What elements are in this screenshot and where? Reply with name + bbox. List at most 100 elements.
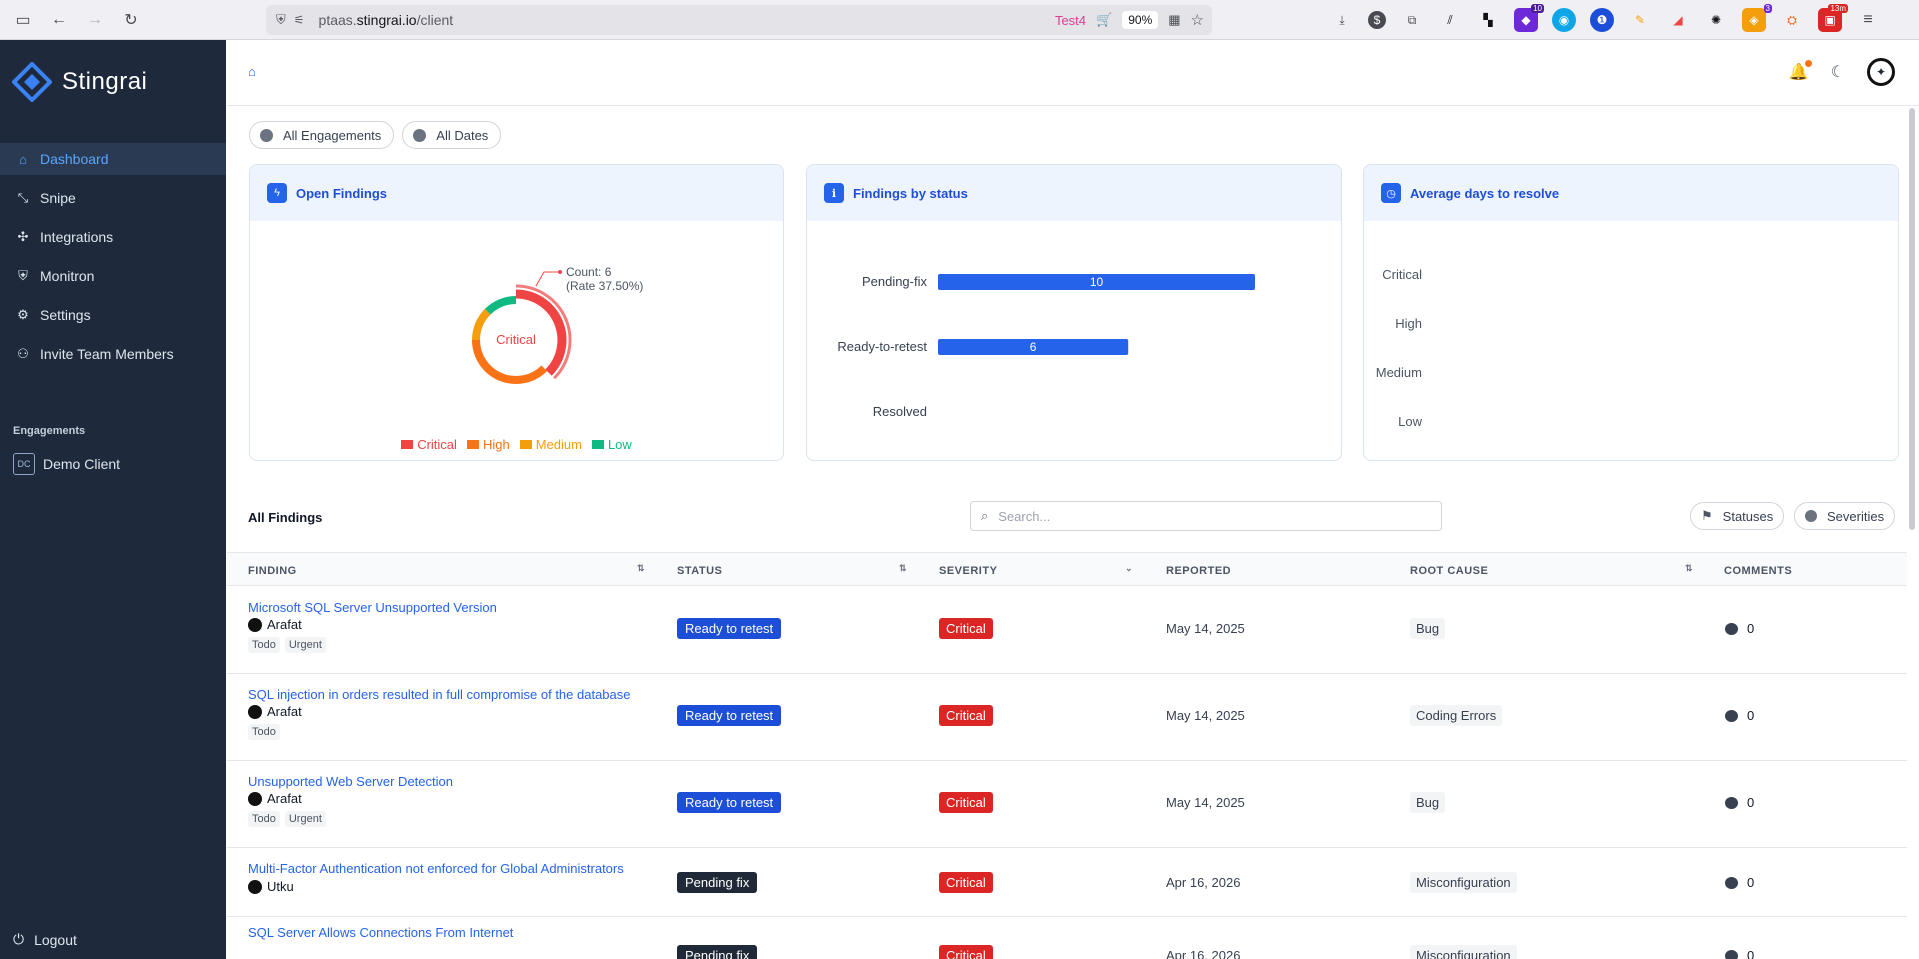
table-row[interactable]: Microsoft SQL Server Unsupported Version… [227,587,1907,674]
sidebar-item-snipe[interactable]: ⤡ Snipe [0,182,226,214]
all-dates-filter[interactable]: All Dates [402,121,502,149]
notification-bell-icon[interactable]: 🔔 [1789,60,1812,82]
forward-icon[interactable]: → [80,6,110,34]
statuses-filter-button[interactable]: ⚑ Statuses [1690,502,1785,530]
legend-item-low[interactable]: Low [591,437,632,452]
col-root-cause[interactable]: ROOT CAUSE [1410,565,1488,577]
library-icon[interactable]: ⫽ [1438,8,1462,32]
password-manager-icon[interactable]: ❶ [1590,8,1614,32]
sort-root-cause-icon[interactable]: ⇅ [1685,563,1693,574]
sidebar-toggle-icon[interactable]: ▭ [8,6,38,34]
donut-slice-medium[interactable] [472,308,491,341]
sidebar-item-integrations[interactable]: ✣ Integrations [0,221,226,253]
sidebar-item-label: Invite Team Members [40,346,174,362]
cookie-icon[interactable]: ✺ [1704,8,1728,32]
comments-count[interactable]: 0 [1725,708,1754,723]
users-icon: ⚇ [17,346,29,361]
home-icon: ⌂ [19,151,27,167]
col-comments[interactable]: COMMENTS [1724,565,1792,577]
snipe-icon: ⤡ [17,190,29,205]
root-cause-badge: Bug [1410,618,1446,639]
zoom-level[interactable]: 90% [1122,11,1159,29]
purple-extension-icon[interactable]: ◆ 10 [1514,4,1544,32]
all-engagements-filter[interactable]: All Engagements [249,121,395,149]
download-icon[interactable]: ⤓ [1330,8,1354,32]
avg-label-high: High [1395,316,1422,331]
finding-title-link[interactable]: SQL injection in orders resulted in full… [248,687,631,702]
comments-count[interactable]: 0 [1725,948,1754,959]
legend-item-critical[interactable]: Critical [401,437,457,452]
page-scrollbar[interactable] [1909,108,1915,530]
sidebar-item-settings[interactable]: ⚙ Settings [0,299,226,331]
finding-title-link[interactable]: Unsupported Web Server Detection [248,774,453,789]
dark-mode-moon-icon[interactable]: ☾ [1831,62,1845,82]
finding-title-link[interactable]: Multi-Factor Authentication not enforced… [248,861,624,876]
logo[interactable]: Stingrai [12,62,147,102]
menu-icon[interactable]: ≡ [1856,8,1880,32]
status-badge: Pending fix [677,945,758,959]
dashboard-filters: All Engagements All Dates [249,121,502,149]
legend-item-medium[interactable]: Medium [519,437,582,452]
finding-title-link[interactable]: SQL Server Allows Connections From Inter… [248,925,513,940]
puzzle-icon[interactable]: ⧉ [1400,8,1424,32]
reload-icon[interactable]: ↻ [116,6,146,34]
comments-count[interactable]: 0 [1725,875,1754,890]
apps-grid-icon[interactable]: ▚ [1476,8,1500,32]
site-settings-icon[interactable]: ⚟ [294,13,305,27]
comments-count[interactable]: 0 [1725,621,1754,636]
sidebar-item-label: Integrations [40,229,114,245]
eraser-extension-icon[interactable]: ◢ [1666,8,1690,32]
table-row[interactable]: SQL Server Allows Connections From Inter… [227,917,1907,959]
comments-count[interactable]: 0 [1725,795,1754,810]
severities-filter-button[interactable]: Severities [1794,502,1896,530]
sort-finding-icon[interactable]: ⇅ [637,563,645,574]
finding-title-link[interactable]: Microsoft SQL Server Unsupported Version [248,600,497,615]
info-icon: ℹ [824,183,844,203]
top-bar: ⌂ 🔔 ☾ ✦ [227,40,1919,106]
address-bar[interactable]: ⛨ ⚟ ptaas.stingrai.io/client Test4 🛒 90%… [266,5,1212,35]
sidebar-item-monitron[interactable]: ⛨ Monitron [0,260,226,292]
sidebar-item-label: Monitron [40,268,95,284]
sort-severity-chevron-down-icon[interactable]: ⌄ [1125,563,1133,574]
brush-extension-icon[interactable]: ✎ [1628,8,1652,32]
orange-extension-icon[interactable]: ◈ 3 [1742,4,1772,32]
reported-date: May 14, 2025 [1166,795,1245,810]
fox-extension-icon[interactable]: ⛭ [1780,8,1804,32]
severity-badge: Critical [939,618,993,639]
sidebar-item-label: Settings [40,307,91,323]
engagement-initials: DC [13,453,35,475]
donut-slice-low[interactable] [484,296,517,315]
home-breadcrumb-icon[interactable]: ⌂ [248,64,256,79]
timer-extension-icon[interactable]: ▣ 13m [1818,4,1848,32]
search-input[interactable] [998,508,1419,524]
logout-button[interactable]: ⏻ Logout [13,931,77,948]
col-status[interactable]: STATUS [677,565,722,577]
blue-circle-extension-icon[interactable]: ◉ [1552,8,1576,32]
shield-icon: ⛨ [276,12,286,27]
card-header: ◷ Average days to resolve [1364,165,1898,221]
table-row[interactable]: Multi-Factor Authentication not enforced… [227,848,1907,917]
open-findings-card: ϟ Open Findings Critical Count: 6 (Rate 37… [249,164,784,461]
user-avatar[interactable]: ✦ [1867,58,1895,86]
col-reported[interactable]: REPORTED [1166,565,1231,577]
sidebar-item-invite-team-members[interactable]: ⚇ Invite Team Members [0,338,226,370]
back-icon[interactable]: ← [44,6,74,34]
findings-search[interactable]: ⌕ [970,501,1442,531]
sidebar-item-label: Snipe [40,190,76,206]
extensions-grid-icon[interactable]: ▦ [1168,12,1180,28]
table-row[interactable]: SQL injection in orders resulted in full… [227,674,1907,761]
flag-icon: ⚑ [1701,508,1713,523]
legend-item-high[interactable]: High [466,437,510,452]
col-severity[interactable]: SEVERITY [939,565,997,577]
sort-status-icon[interactable]: ⇅ [899,563,907,574]
engagement-item-demo-client[interactable]: DC Demo Client [13,453,120,475]
severity-badge: Critical [939,705,993,726]
main-content: ⌂ 🔔 ☾ ✦ All Engagements All Dates ϟ Open… [227,40,1919,959]
table-row[interactable]: Unsupported Web Server Detection Arafat … [227,761,1907,848]
tag: Todo [248,811,280,827]
col-finding[interactable]: FINDING [248,565,297,577]
dollar-extension-icon[interactable]: $ [1368,11,1386,29]
bookmark-star-icon[interactable]: ☆ [1191,11,1204,29]
comment-icon [1725,796,1738,809]
sidebar-item-dashboard[interactable]: ⌂ Dashboard [0,143,226,175]
